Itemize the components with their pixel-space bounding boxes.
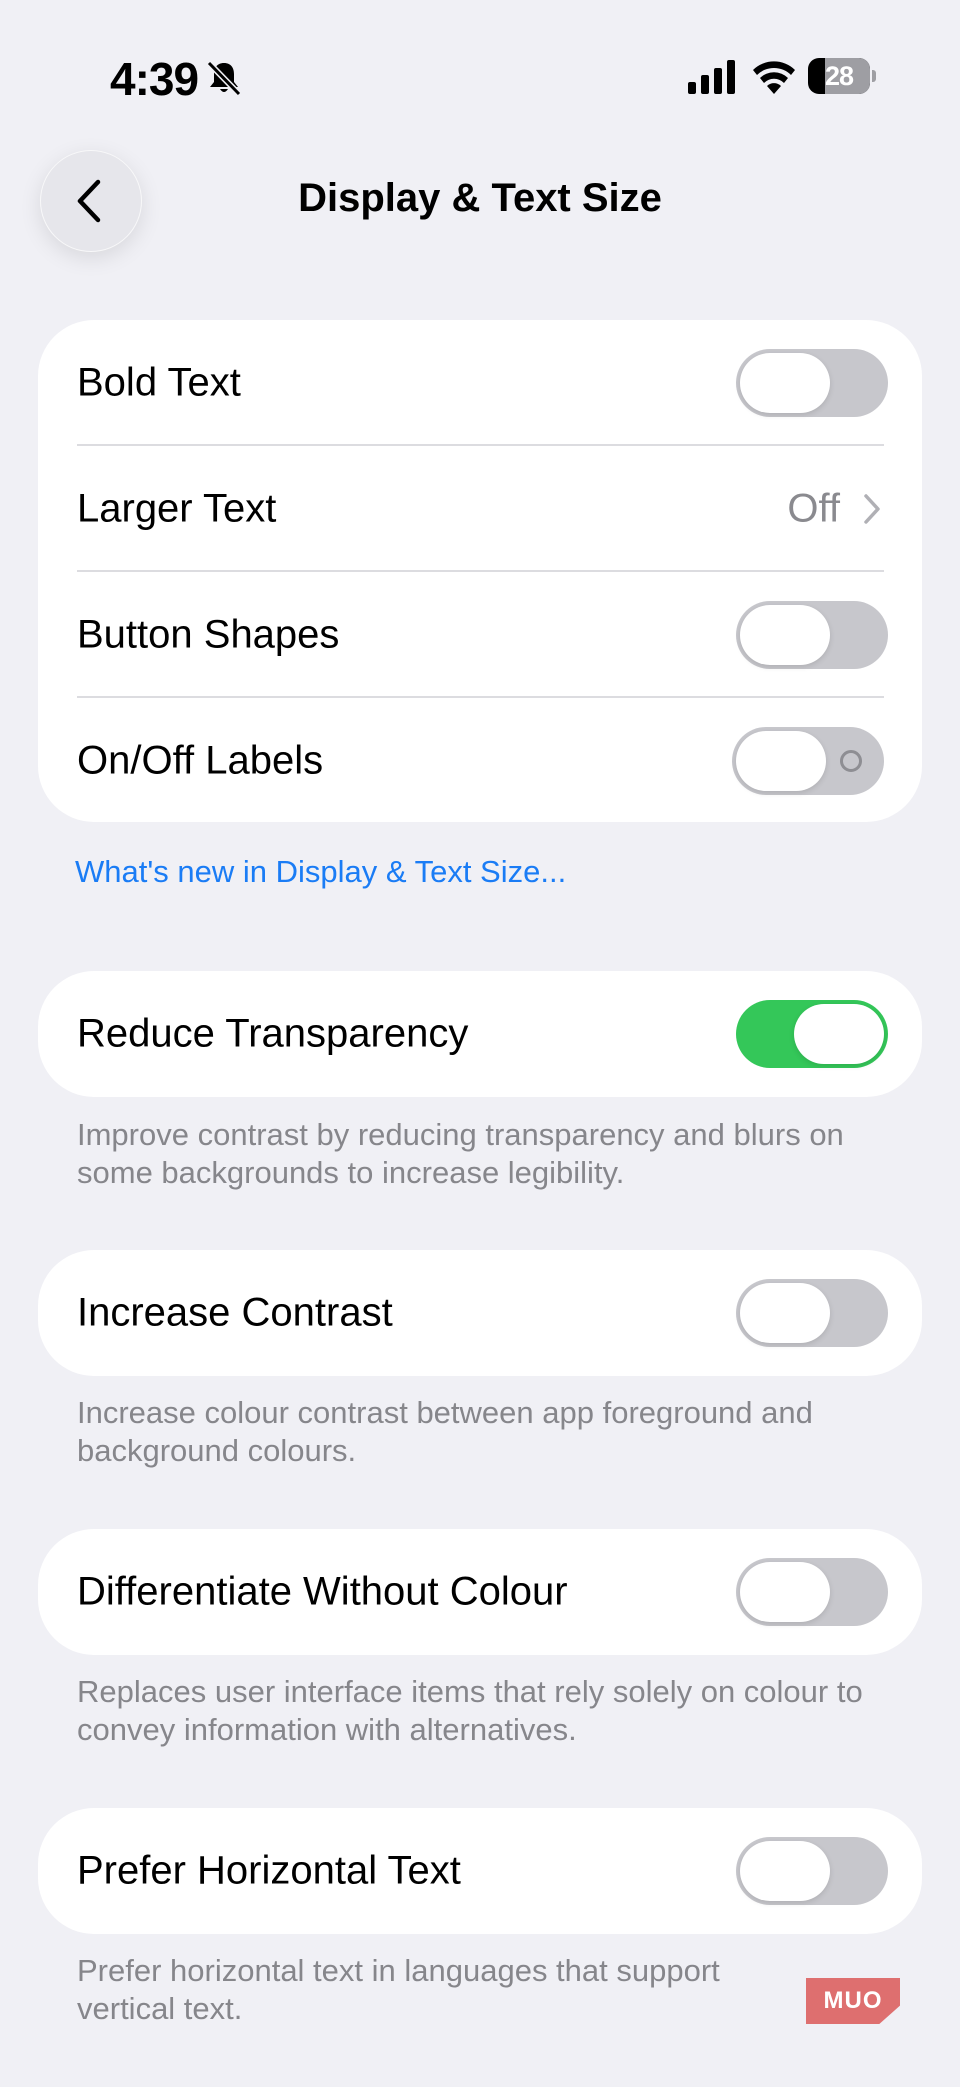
- reduce-transparency-toggle[interactable]: [736, 1000, 888, 1068]
- bold-text-toggle[interactable]: [736, 349, 888, 417]
- muo-watermark-logo: MUO: [806, 1978, 900, 2024]
- onoff-labels-row: On/Off Labels: [38, 698, 922, 824]
- increase-contrast-row: Increase Contrast: [38, 1250, 922, 1376]
- whats-new-link[interactable]: What's new in Display & Text Size...: [75, 854, 566, 890]
- page-title: Display & Text Size: [298, 176, 662, 220]
- increase-contrast-group: Increase Contrast: [38, 1250, 922, 1376]
- button-shapes-label: Button Shapes: [77, 612, 340, 657]
- horizontal-text-footer: Prefer horizontal text in languages that…: [77, 1953, 720, 2026]
- differentiate-toggle[interactable]: [736, 1558, 888, 1626]
- increase-contrast-footer: Increase colour contrast between app for…: [77, 1395, 813, 1468]
- increase-contrast-toggle[interactable]: [736, 1279, 888, 1347]
- button-shapes-row: Button Shapes: [38, 572, 922, 698]
- status-bar: 4:39 28: [0, 0, 960, 150]
- horizontal-text-group: Prefer Horizontal Text: [38, 1808, 922, 1934]
- horizontal-text-row: Prefer Horizontal Text: [38, 1808, 922, 1934]
- horizontal-text-label: Prefer Horizontal Text: [77, 1848, 461, 1893]
- differentiate-row: Differentiate Without Colour: [38, 1529, 922, 1655]
- reduce-transparency-group: Reduce Transparency: [38, 971, 922, 1097]
- chevron-right-icon: [864, 494, 880, 524]
- cellular-signal-icon: [688, 60, 735, 94]
- onoff-labels-label: On/Off Labels: [77, 738, 324, 783]
- larger-text-value: Off: [787, 486, 840, 531]
- horizontal-text-toggle[interactable]: [736, 1837, 888, 1905]
- text-settings-group: Bold Text Larger Text Off Button Shapes …: [38, 320, 922, 822]
- wifi-icon: [753, 61, 795, 94]
- onoff-labels-toggle[interactable]: [732, 727, 884, 795]
- button-shapes-toggle[interactable]: [736, 601, 888, 669]
- differentiate-group: Differentiate Without Colour: [38, 1529, 922, 1655]
- battery-level: 28: [824, 61, 854, 91]
- increase-contrast-label: Increase Contrast: [77, 1290, 393, 1335]
- bold-text-label: Bold Text: [77, 360, 241, 405]
- differentiate-label: Differentiate Without Colour: [77, 1569, 568, 1614]
- larger-text-label: Larger Text: [77, 486, 277, 531]
- reduce-transparency-row: Reduce Transparency: [38, 971, 922, 1097]
- status-time: 4:39: [110, 53, 199, 105]
- differentiate-footer: Replaces user interface items that rely …: [77, 1674, 863, 1747]
- bold-text-row: Bold Text: [38, 320, 922, 446]
- reduce-transparency-label: Reduce Transparency: [77, 1011, 469, 1056]
- larger-text-row[interactable]: Larger Text Off: [38, 446, 922, 572]
- off-indicator-icon: [840, 750, 862, 772]
- bell-slash-icon: [206, 60, 242, 97]
- battery-icon: 28: [808, 58, 876, 96]
- reduce-transparency-footer: Improve contrast by reducing transparenc…: [77, 1117, 844, 1190]
